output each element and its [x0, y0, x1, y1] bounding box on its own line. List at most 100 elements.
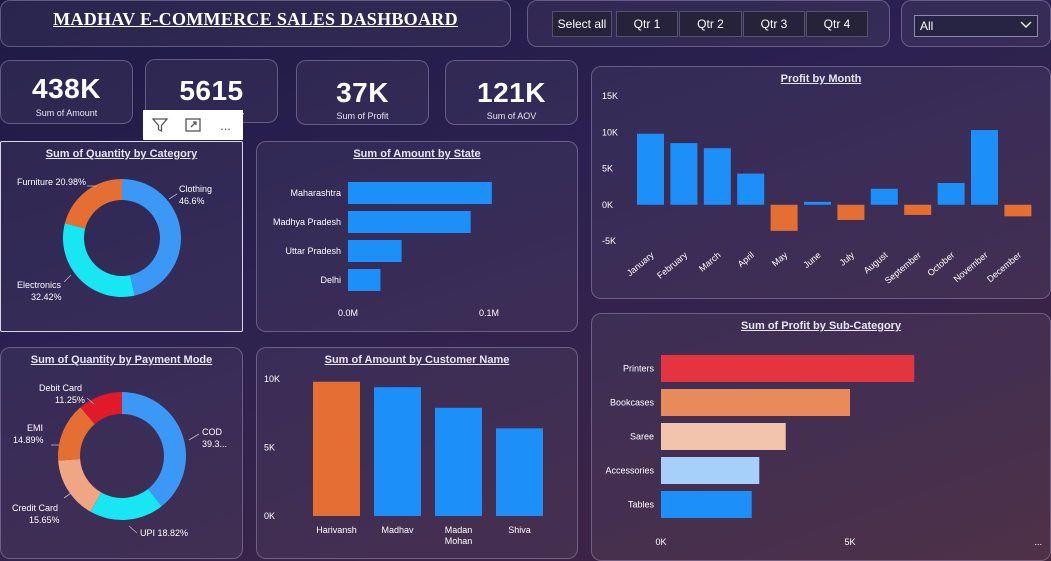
bar-january	[637, 133, 664, 205]
category-label-november: November	[952, 250, 990, 284]
category-label-madan-mohan: Madan	[445, 525, 473, 535]
slice-value-emi: 14.89%	[13, 435, 44, 445]
slice-value-clothing: 46.6%	[179, 196, 205, 206]
focus-mode-icon[interactable]	[176, 110, 209, 140]
category-label-madhya-pradesh: Madhya Pradesh	[273, 217, 341, 227]
x-tick-5k: 5K	[844, 537, 855, 547]
bar-saree	[661, 423, 786, 450]
bar-december	[1004, 204, 1032, 217]
more-options-icon[interactable]: ...	[209, 110, 242, 140]
slice-label-debit-card: Debit Card	[39, 383, 82, 393]
bar-madhya-pradesh	[348, 211, 471, 233]
qtr-2-button[interactable]: Qtr 2	[679, 11, 742, 37]
profit-by-month-chart: 15K 10K 5K 0K -5K January February March April Ma…	[602, 91, 1032, 286]
filter-dropdown[interactable]: All	[914, 15, 1038, 37]
slice-label-cod: COD	[202, 427, 223, 437]
profit-by-subcategory-panel: Sum of Profit by Sub-Category Printers Bo…	[591, 313, 1051, 561]
title-panel: MADHAV E-COMMERCE SALES DASHBOARD	[0, 0, 511, 47]
category-label-october: October	[925, 250, 956, 278]
slice-label-credit-card: Credit Card	[12, 503, 58, 513]
qtr-4-button[interactable]: Qtr 4	[806, 11, 868, 37]
quantity-by-category-chart: Clothing 46.6% Electronics 32.42% Furniture …	[17, 177, 212, 302]
slice-value-credit-card: 15.65%	[29, 515, 60, 525]
leader-line-cod	[188, 433, 200, 441]
category-label-bookcases: Bookcases	[610, 398, 655, 408]
bar-accessories	[661, 457, 760, 484]
qtr-1-button[interactable]: Qtr 1	[616, 11, 678, 37]
leader-line-electronics	[63, 274, 72, 283]
bar-march	[703, 148, 731, 205]
slice-value-debit-card: 11.25%	[55, 395, 85, 405]
category-label-shiva: Shiva	[508, 525, 531, 535]
kpi-amount-card: 438K Sum of Amount	[0, 60, 133, 124]
category-label-january: January	[625, 250, 656, 279]
bar-madhav	[374, 387, 421, 516]
amount-by-state-panel: Sum of Amount by State Maharashtra Madhya…	[256, 141, 578, 332]
category-label-september: September	[883, 250, 923, 286]
x-tick-0-1m: 0.1M	[479, 308, 499, 318]
bar-february	[670, 143, 698, 205]
category-label-printers: Printers	[623, 364, 655, 374]
y-tick-5k: 5K	[264, 443, 275, 453]
category-label-maharashtra: Maharashtra	[290, 188, 341, 198]
category-label-august: August	[862, 250, 890, 276]
slice-label-upi: UPI 18.82%	[140, 528, 188, 538]
bar-harivansh	[313, 381, 360, 516]
quarter-slicer: Select all Qtr 1 Qtr 2 Qtr 3 Qtr 4	[527, 0, 890, 47]
kpi-aov-value: 121K	[477, 77, 546, 108]
category-label-accessories: Accessories	[605, 466, 654, 476]
profit-by-subcategory-chart: Printers Bookcases Saree Accessories Tables 0…	[605, 355, 1042, 547]
kpi-profit-label: Sum of Profit	[336, 111, 389, 121]
bar-may	[770, 204, 798, 231]
bar-bookcases	[661, 389, 850, 416]
x-tick-0k: 0K	[655, 537, 666, 547]
dropdown-value: All	[920, 19, 934, 33]
donut-slice-credit-card	[58, 459, 102, 512]
category-label-madhav: Madhav	[381, 525, 414, 535]
filter-dropdown-panel: All	[901, 0, 1051, 47]
profit-by-month-panel: Profit by Month 15K 10K 5K 0K -5K January Febr…	[591, 66, 1051, 299]
y-tick-10k: 10K	[264, 374, 280, 384]
filter-icon[interactable]	[143, 110, 176, 140]
quantity-by-category-panel[interactable]: Sum of Quantity by Category Clothing 46.6…	[0, 141, 243, 332]
bar-april	[737, 173, 765, 205]
bar-november	[971, 130, 998, 205]
bar-madan-mohan	[435, 407, 482, 516]
category-label-december: December	[985, 250, 1023, 284]
slice-label-clothing: Clothing	[179, 184, 212, 194]
amount-by-customer-panel: Sum of Amount by Customer Name 10K 5K 0K Ha…	[256, 347, 578, 559]
quantity-by-payment-chart: COD 39.3... UPI 18.82% Credit Card 15.65% EMI…	[12, 383, 227, 538]
donut-slice-cod	[122, 392, 187, 507]
y-tick-0k: 0K	[602, 200, 613, 210]
kpi-amount-value: 438K	[32, 73, 101, 104]
y-tick-5k: -5K	[602, 236, 616, 246]
bar-september	[904, 204, 932, 215]
select-all-button[interactable]: Select all	[552, 11, 612, 37]
bar-maharashtra	[348, 182, 492, 204]
category-label-harivansh: Harivansh	[316, 525, 357, 535]
x-tick-0-0m: 0.0M	[338, 308, 358, 318]
bar-printers	[661, 355, 915, 382]
donut-slice-upi	[90, 489, 162, 520]
leader-line-credit-card	[63, 492, 72, 499]
bar-delhi	[348, 269, 381, 291]
kpi-profit-value: 37K	[336, 77, 389, 108]
bar-october	[937, 183, 965, 205]
category-label-delhi: Delhi	[320, 275, 341, 285]
bar-july	[837, 204, 865, 220]
slice-value-electronics: 32.42%	[31, 292, 62, 302]
y-tick-10k: 10K	[602, 127, 618, 137]
leader-line-upi	[128, 525, 138, 534]
category-label-madan-mohan-line-1: Mohan	[445, 536, 473, 546]
amount-by-customer-chart: 10K 5K 0K Harivansh Madhav MadanMohan Shiva	[264, 374, 543, 546]
donut-slice-clothing	[122, 179, 181, 296]
kpi-amount-label: Sum of Amount	[35, 108, 98, 118]
qtr-3-button[interactable]: Qtr 3	[743, 11, 805, 37]
y-tick-15k: 15K	[602, 91, 618, 101]
category-label-june: June	[801, 250, 822, 270]
category-label-uttar-pradesh: Uttar Pradesh	[285, 246, 341, 256]
leader-line-clothing	[168, 193, 178, 200]
kpi-aov-card: 121K Sum of AOV	[445, 60, 578, 125]
kpi-quantity-value: 5615	[179, 75, 244, 106]
bar-uttar-pradesh	[348, 240, 402, 262]
